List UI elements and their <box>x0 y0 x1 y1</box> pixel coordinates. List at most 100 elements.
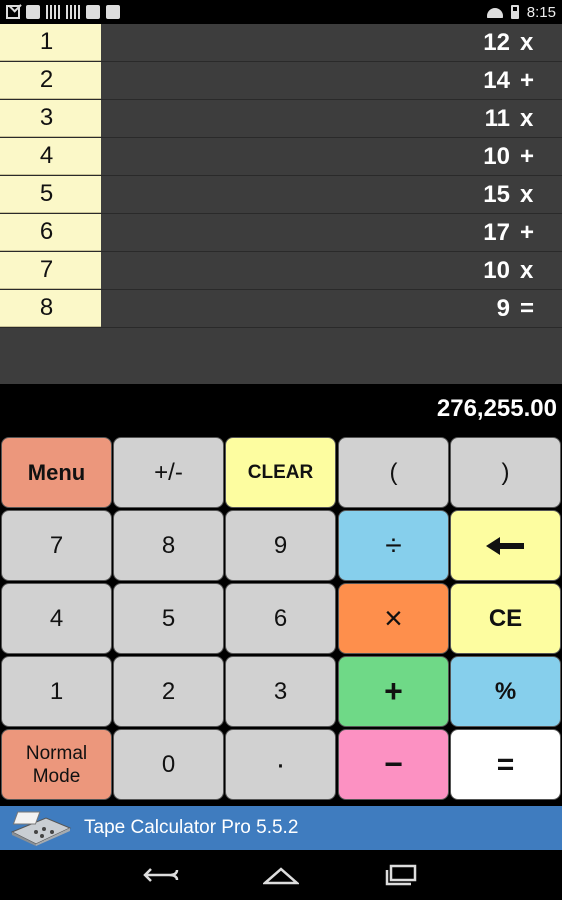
digit-6-label: 6 <box>273 604 288 632</box>
nav-back-button[interactable] <box>136 860 186 890</box>
tape-row[interactable]: 2 14 + <box>0 62 562 100</box>
notification-icons <box>6 5 120 19</box>
menu-button[interactable]: Menu <box>1 437 112 508</box>
tape-value: 14 <box>483 66 510 94</box>
menu-button-label: Menu <box>27 459 86 485</box>
multiply-label: × <box>384 600 403 636</box>
equals-button[interactable]: = <box>450 729 561 800</box>
tape-display[interactable]: 1 12 x 2 14 + 3 11 x 4 10 + 5 15 x 6 17 … <box>0 24 562 384</box>
tape-row[interactable]: 5 15 x <box>0 176 562 214</box>
digit-0-label: 0 <box>161 750 176 778</box>
keypad: Menu +/- CLEAR ( ) 7 8 9 ÷ 4 5 6 × CE 1 … <box>0 435 562 805</box>
digit-8-button[interactable]: 8 <box>113 510 224 581</box>
backspace-button[interactable] <box>450 510 561 581</box>
tape-line-number: 5 <box>0 176 101 213</box>
clear-entry-label: CE <box>488 604 523 632</box>
backspace-arrow-icon <box>485 536 524 555</box>
digit-7-label: 7 <box>49 531 64 559</box>
tape-line-number: 1 <box>0 24 101 61</box>
mail-notification-icon <box>6 5 20 19</box>
tape-line-number: 4 <box>0 138 101 175</box>
wifi-icon <box>487 6 503 18</box>
normal-mode-label-line2: Mode <box>32 765 81 787</box>
clear-label: CLEAR <box>247 461 314 483</box>
nav-home-button[interactable] <box>256 860 306 890</box>
digit-4-button[interactable]: 4 <box>1 583 112 654</box>
adding-machine-icon <box>6 806 72 850</box>
equals-label: = <box>496 747 515 781</box>
bag-notification-icon <box>106 5 120 19</box>
digit-2-label: 2 <box>161 677 176 705</box>
digit-9-button[interactable]: 9 <box>225 510 336 581</box>
tape-row[interactable]: 1 12 x <box>0 24 562 62</box>
tape-value: 10 <box>483 256 510 284</box>
divide-label: ÷ <box>385 528 402 562</box>
tape-value: 9 <box>496 294 510 322</box>
tape-row[interactable]: 7 10 x <box>0 252 562 290</box>
home-icon <box>263 867 299 885</box>
digit-1-label: 1 <box>49 677 64 705</box>
tape-line-number: 3 <box>0 100 101 137</box>
close-paren-label: ) <box>501 458 510 486</box>
tape-operator: x <box>520 28 534 56</box>
percent-button[interactable]: % <box>450 656 561 727</box>
add-button[interactable]: + <box>338 656 449 727</box>
percent-label: % <box>494 677 517 705</box>
app-title: Tape Calculator Pro 5.5.2 <box>84 817 299 838</box>
navigation-bar <box>0 850 562 900</box>
barcode-notification-icon <box>66 5 80 19</box>
digit-2-button[interactable]: 2 <box>113 656 224 727</box>
tape-row[interactable]: 6 17 + <box>0 214 562 252</box>
digit-1-button[interactable]: 1 <box>1 656 112 727</box>
clipboard-notification-icon <box>86 5 100 19</box>
open-paren-button[interactable]: ( <box>338 437 449 508</box>
clear-button[interactable]: CLEAR <box>225 437 336 508</box>
app-title-bar: Tape Calculator Pro 5.5.2 <box>0 806 562 850</box>
add-label: + <box>384 673 403 709</box>
tape-operator: x <box>520 180 534 208</box>
tape-value: 12 <box>483 28 510 56</box>
tape-operator: + <box>520 66 535 94</box>
digit-9-label: 9 <box>273 531 288 559</box>
subtract-button[interactable]: − <box>338 729 449 800</box>
nav-recents-button[interactable] <box>376 860 426 890</box>
tape-row[interactable]: 4 10 + <box>0 138 562 176</box>
digit-8-label: 8 <box>161 531 176 559</box>
tape-operator: + <box>520 142 535 170</box>
tape-operator: x <box>520 104 534 132</box>
decimal-button[interactable]: · <box>225 729 336 800</box>
digit-3-button[interactable]: 3 <box>225 656 336 727</box>
digit-6-button[interactable]: 6 <box>225 583 336 654</box>
divide-button[interactable]: ÷ <box>338 510 449 581</box>
app-screen: 8:15 1 12 x 2 14 + 3 11 x 4 10 + 5 15 x <box>0 0 562 900</box>
tape-operator: x <box>520 256 534 284</box>
tape-row[interactable]: 8 9 = <box>0 290 562 328</box>
tape-line-number: 6 <box>0 214 101 251</box>
plus-minus-label: +/- <box>154 458 183 486</box>
tape-value: 15 <box>483 180 510 208</box>
barcode-notification-icon <box>46 5 60 19</box>
back-icon <box>143 868 179 882</box>
tape-value: 10 <box>483 142 510 170</box>
tape-value: 17 <box>483 218 510 246</box>
result-display: 276,255.00 <box>0 384 562 434</box>
tape-operator: = <box>520 294 535 322</box>
app-notification-icon <box>26 5 40 19</box>
tape-line-number: 8 <box>0 290 101 327</box>
tape-line-number: 7 <box>0 252 101 289</box>
digit-5-button[interactable]: 5 <box>113 583 224 654</box>
normal-mode-label-line1: Normal <box>25 742 88 764</box>
close-paren-button[interactable]: ) <box>450 437 561 508</box>
multiply-button[interactable]: × <box>338 583 449 654</box>
system-status: 8:15 <box>487 4 556 21</box>
normal-mode-button[interactable]: Normal Mode <box>1 729 112 800</box>
clock: 8:15 <box>526 3 556 21</box>
open-paren-label: ( <box>389 458 398 486</box>
tape-row[interactable]: 3 11 x <box>0 100 562 138</box>
decimal-label: · <box>275 747 286 781</box>
tape-value: 11 <box>484 104 510 132</box>
plus-minus-button[interactable]: +/- <box>113 437 224 508</box>
digit-0-button[interactable]: 0 <box>113 729 224 800</box>
digit-7-button[interactable]: 7 <box>1 510 112 581</box>
clear-entry-button[interactable]: CE <box>450 583 561 654</box>
